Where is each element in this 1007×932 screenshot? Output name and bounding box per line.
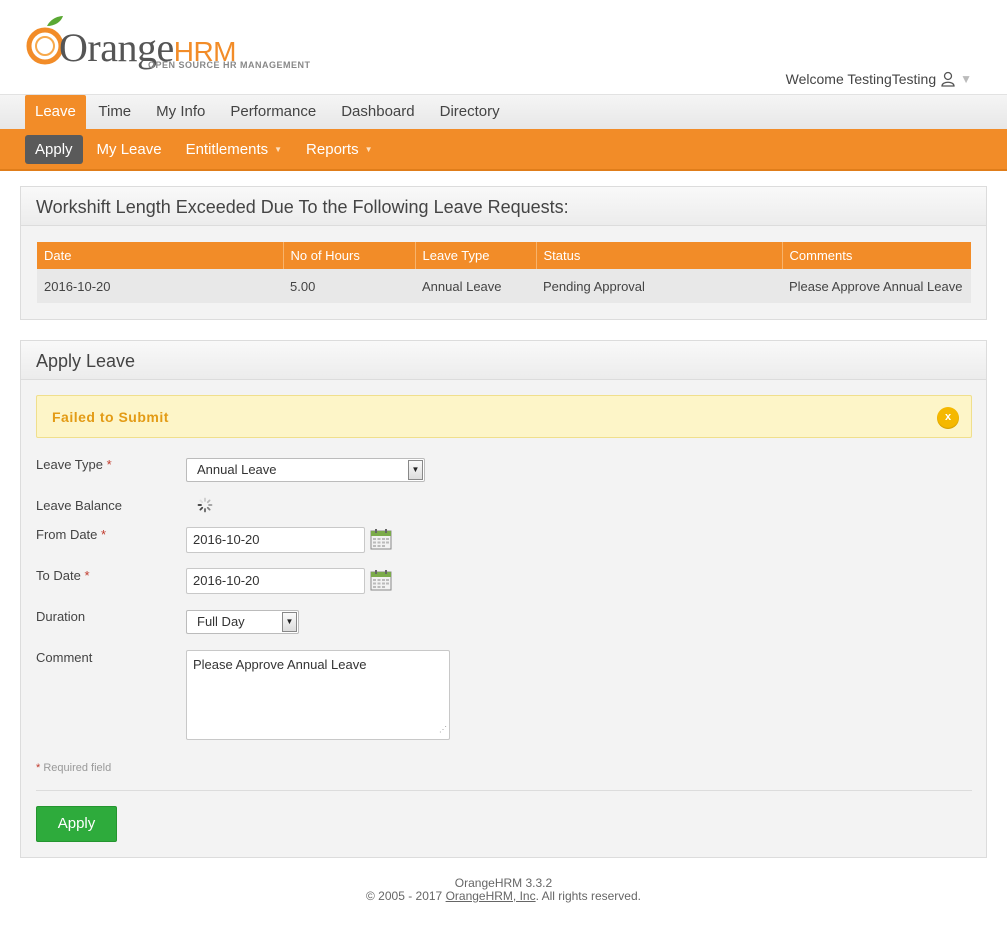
close-icon[interactable]: x — [937, 407, 959, 429]
subnav-item-entitlements[interactable]: Entitlements ▼ — [176, 135, 292, 164]
from-date-label: From Date * — [36, 527, 106, 542]
required-field-text: Required field — [43, 762, 112, 774]
subnav-item-my-leave[interactable]: My Leave — [87, 135, 172, 164]
overlapping-requests-table: Date No of Hours Leave Type Status Comme… — [37, 242, 971, 303]
subnav-item-entitlements-label: Entitlements — [185, 141, 269, 158]
column-header-hours: No of Hours — [283, 242, 416, 269]
welcome-menu[interactable]: Welcome TestingTesting ▼ — [786, 71, 972, 87]
required-star: * — [101, 527, 107, 542]
overlapping-requests-title: Workshift Length Exceeded Due To the Fol… — [21, 187, 986, 226]
overlapping-requests-panel: Workshift Length Exceeded Due To the Fol… — [20, 186, 987, 320]
leave-type-label: Leave Type * — [36, 457, 112, 472]
duration-label: Duration — [36, 609, 86, 624]
required-star: * — [36, 762, 41, 774]
calendar-icon[interactable] — [370, 528, 392, 550]
column-header-leave-type: Leave Type — [415, 242, 537, 269]
subnav-item-apply[interactable]: Apply — [25, 135, 83, 164]
main-nav: Leave Time My Info Performance Dashboard… — [0, 94, 1007, 130]
nav-item-time[interactable]: Time — [86, 95, 144, 130]
user-icon — [941, 71, 955, 87]
required-star: * — [106, 457, 112, 472]
subnav-item-reports[interactable]: Reports ▼ — [296, 135, 382, 164]
sub-nav: Apply My Leave Entitlements ▼ Reports ▼ — [0, 129, 1007, 171]
loading-spinner-icon — [197, 497, 213, 513]
comment-label: Comment — [36, 650, 93, 665]
leave-type-label-text: Leave Type — [36, 457, 103, 472]
duration-select[interactable]: Full Day ▼ — [186, 610, 299, 634]
table-row: 2016-10-20 5.00 Annual Leave Pending App… — [37, 269, 971, 303]
copyright-suffix: . All rights reserved. — [535, 889, 641, 903]
cell-status: Pending Approval — [536, 269, 782, 303]
duration-value: Full Day — [197, 614, 245, 629]
nav-item-leave[interactable]: Leave — [25, 95, 86, 130]
from-date-label-text: From Date — [36, 527, 98, 542]
welcome-text: Welcome TestingTesting — [785, 71, 937, 87]
header: OrangeHRM OPEN SOURCE HR MANAGEMENT Welc… — [0, 0, 1007, 94]
to-date-label-text: To Date — [36, 568, 81, 583]
cell-leave-type: Annual Leave — [415, 269, 536, 303]
required-star: * — [84, 568, 90, 583]
resize-handle-icon[interactable]: ⋰ — [439, 722, 447, 737]
subnav-item-reports-label: Reports — [306, 141, 359, 158]
apply-leave-panel: Apply Leave Failed to Submit x Leave Typ… — [20, 340, 987, 858]
orangehrm-logo[interactable]: OrangeHRM OPEN SOURCE HR MANAGEMENT — [25, 14, 315, 74]
comment-textarea[interactable]: Please Approve Annual Leave ⋰ — [186, 650, 450, 740]
divider — [36, 790, 972, 791]
footer: OrangeHRM 3.3.2 © 2005 - 2017 OrangeHRM,… — [0, 877, 1007, 903]
nav-item-directory[interactable]: Directory — [427, 95, 512, 130]
leave-type-select[interactable]: Annual Leave ▼ — [186, 458, 425, 482]
nav-item-my-info[interactable]: My Info — [144, 95, 218, 130]
cell-comments: Please Approve Annual Leave — [782, 269, 971, 303]
company-link[interactable]: OrangeHRM, Inc — [446, 889, 536, 903]
chevron-down-icon: ▼ — [960, 72, 972, 86]
cell-date: 2016-10-20 — [37, 269, 283, 303]
required-field-note: * Required field — [36, 762, 111, 774]
logo-tagline: OPEN SOURCE HR MANAGEMENT — [148, 60, 311, 70]
alert-message: Failed to Submit — [52, 409, 169, 425]
to-date-input[interactable]: 2016-10-20 — [186, 568, 365, 594]
error-alert: Failed to Submit x — [36, 395, 972, 438]
leave-type-value: Annual Leave — [197, 462, 277, 477]
cell-hours: 5.00 — [283, 269, 415, 303]
copyright-prefix: © 2005 - 2017 — [366, 889, 446, 903]
nav-item-dashboard[interactable]: Dashboard — [329, 95, 427, 130]
column-header-date: Date — [37, 242, 284, 269]
table-header-row: Date No of Hours Leave Type Status Comme… — [37, 242, 971, 269]
comment-value: Please Approve Annual Leave — [193, 657, 367, 672]
apply-leave-title: Apply Leave — [21, 341, 986, 380]
column-header-status: Status — [536, 242, 783, 269]
dropdown-arrow-icon: ▼ — [408, 460, 423, 480]
to-date-label: To Date * — [36, 568, 90, 583]
column-header-comments: Comments — [782, 242, 971, 269]
calendar-icon[interactable] — [370, 569, 392, 591]
nav-item-performance[interactable]: Performance — [218, 95, 329, 130]
apply-button[interactable]: Apply — [36, 806, 117, 842]
dropdown-arrow-icon: ▼ — [364, 145, 373, 154]
dropdown-arrow-icon: ▼ — [282, 612, 297, 632]
footer-copyright: © 2005 - 2017 OrangeHRM, Inc. All rights… — [0, 890, 1007, 903]
from-date-input[interactable]: 2016-10-20 — [186, 527, 365, 553]
leave-balance-label: Leave Balance — [36, 498, 123, 513]
dropdown-arrow-icon: ▼ — [274, 145, 283, 154]
